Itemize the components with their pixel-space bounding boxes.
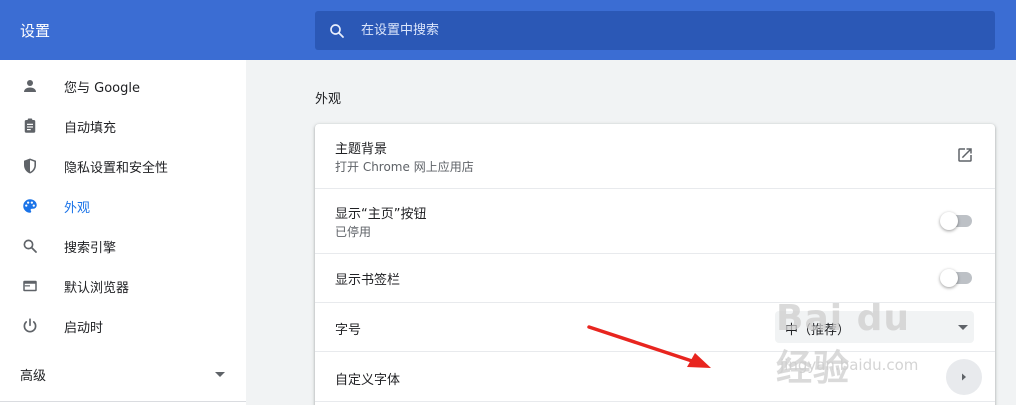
next-row-partial [315, 401, 995, 405]
sidebar-item-search-engine[interactable]: 搜索引擎 [0, 226, 246, 266]
row-title: 自定义字体 [335, 373, 401, 388]
sidebar-item-you-and-google[interactable]: 您与 Google [0, 66, 246, 106]
open-in-new-icon[interactable] [956, 146, 974, 164]
theme-row[interactable]: 主题背景 打开 Chrome 网上应用店 [315, 124, 995, 188]
sidebar: 您与 Google 自动填充 隐私设置和安全性 外观 搜索引擎 默认浏览器 启动… [0, 60, 246, 405]
sidebar-item-label: 搜索引擎 [64, 240, 117, 256]
chevron-down-icon [958, 325, 968, 330]
search-icon [20, 236, 40, 256]
person-icon [20, 76, 40, 96]
search-input[interactable] [361, 11, 961, 50]
search-icon [330, 24, 344, 38]
sidebar-item-on-startup[interactable]: 启动时 [0, 306, 246, 346]
appearance-card: 主题背景 打开 Chrome 网上应用店 显示“主页”按钮 已停用 显示书签栏 … [315, 124, 995, 405]
bookmarks-bar-toggle[interactable] [940, 268, 972, 288]
custom-fonts-row[interactable]: 自定义字体 [315, 351, 995, 401]
page-title: 设置 [20, 22, 51, 40]
sidebar-item-label: 自动填充 [64, 120, 117, 136]
section-title: 外观 [315, 92, 342, 107]
power-icon [20, 316, 40, 336]
sidebar-item-label: 默认浏览器 [64, 280, 130, 296]
home-button-row[interactable]: 显示“主页”按钮 已停用 [315, 188, 995, 253]
custom-fonts-button[interactable] [946, 359, 982, 395]
bookmarks-bar-row[interactable]: 显示书签栏 [315, 253, 995, 302]
sidebar-item-privacy-security[interactable]: 隐私设置和安全性 [0, 146, 246, 186]
home-button-toggle[interactable] [940, 211, 972, 231]
palette-icon [20, 196, 40, 216]
advanced-label: 高级 [20, 368, 47, 384]
font-size-row: 字号 中（推荐） [315, 302, 995, 351]
row-subtitle: 已停用 [335, 225, 372, 239]
shield-icon [20, 156, 40, 176]
search-box[interactable] [315, 11, 995, 50]
sidebar-item-default-browser[interactable]: 默认浏览器 [0, 266, 246, 306]
row-title: 主题背景 [335, 142, 388, 157]
toggle-knob [940, 269, 958, 287]
toggle-knob [940, 212, 958, 230]
sidebar-item-appearance[interactable]: 外观 [0, 186, 246, 226]
font-size-select[interactable]: 中（推荐） [775, 311, 974, 343]
sidebar-item-label: 您与 Google [64, 80, 140, 96]
sidebar-item-autofill[interactable]: 自动填充 [0, 106, 246, 146]
row-title: 显示“主页”按钮 [335, 207, 427, 222]
row-title: 显示书签栏 [335, 273, 401, 288]
sidebar-divider [0, 401, 246, 402]
chevron-right-icon [962, 373, 966, 381]
sidebar-advanced-toggle[interactable]: 高级 [0, 354, 246, 394]
sidebar-item-label: 外观 [64, 200, 91, 216]
font-size-value: 中（推荐） [785, 323, 851, 338]
row-title: 字号 [335, 323, 362, 338]
browser-window-icon [20, 276, 40, 296]
top-app-bar: 设置 [0, 0, 1016, 60]
sidebar-item-label: 启动时 [64, 320, 104, 336]
sidebar-item-label: 隐私设置和安全性 [64, 160, 169, 176]
chevron-down-icon [215, 372, 225, 377]
clipboard-icon [20, 116, 40, 136]
row-subtitle: 打开 Chrome 网上应用店 [335, 160, 474, 174]
